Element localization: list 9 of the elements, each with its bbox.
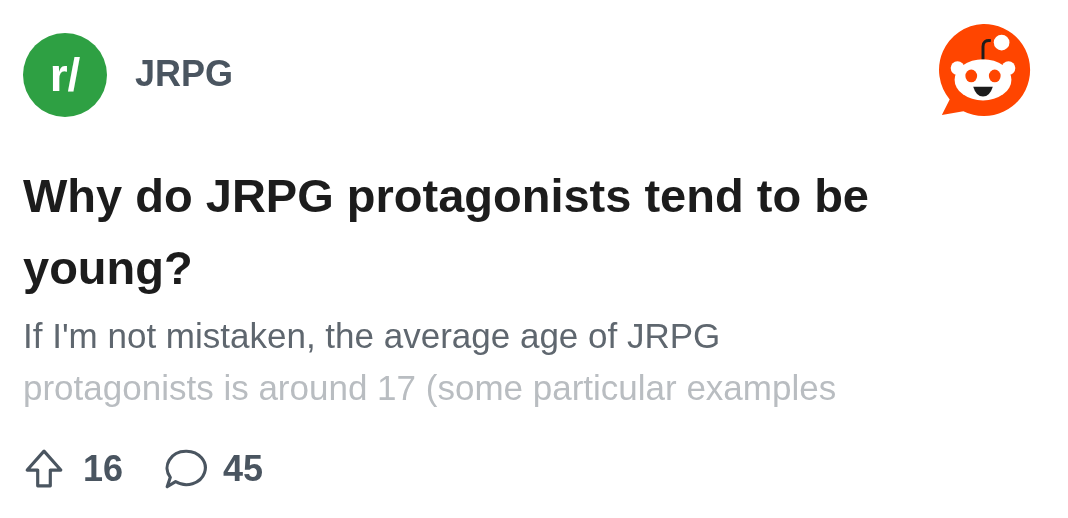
body-text-line: If I'm not mistaken, the average age of JRPG xyxy=(23,315,722,357)
upvote-icon[interactable] xyxy=(23,448,65,490)
post-title: Why do JRPG protagonists tend to be young? xyxy=(23,168,870,296)
body-text-line: protagonists is around 17 (some particular examples xyxy=(23,367,838,409)
upvote-count: 16 xyxy=(83,448,124,490)
subreddit-name: JRPG xyxy=(135,53,235,95)
comment-icon[interactable] xyxy=(163,448,210,490)
comment-count: 45 xyxy=(223,448,264,490)
subreddit-avatar: r/ xyxy=(23,33,107,117)
